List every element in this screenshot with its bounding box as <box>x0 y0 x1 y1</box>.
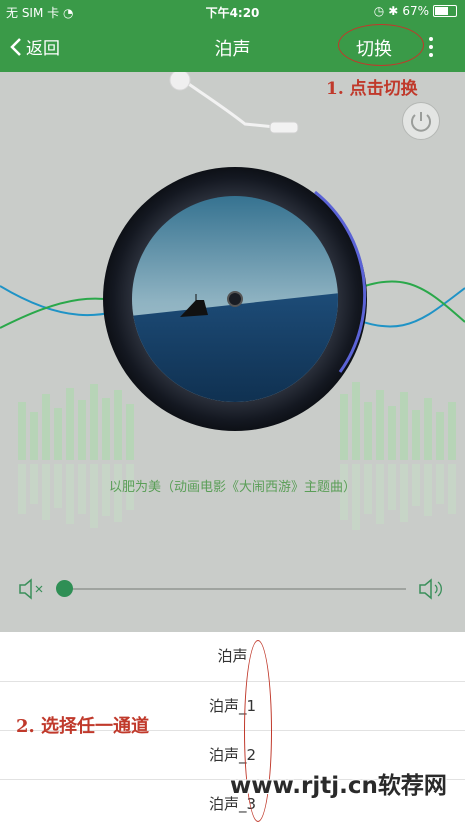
player-artwork <box>0 72 465 530</box>
back-label: 返回 <box>26 39 60 59</box>
volume-max-button[interactable] <box>418 577 448 605</box>
more-dot-icon <box>429 53 433 57</box>
status-bar: 无 SIM 卡 ◔ 下午4:20 ◷ ✱ 67% <box>0 0 465 22</box>
more-menu-button[interactable] <box>424 32 438 62</box>
site-watermark: www.rjtj.cn软荐网 <box>230 773 447 799</box>
disc-center <box>227 291 243 307</box>
song-title: 以肥为美（动画电影《大闹西游》主题曲） <box>108 480 356 495</box>
mute-button[interactable] <box>18 577 48 605</box>
switch-button[interactable]: 切换 <box>356 35 392 61</box>
bluetooth-icon: ✱ <box>388 4 399 18</box>
more-dot-icon <box>429 45 433 49</box>
power-button[interactable] <box>402 102 440 140</box>
channel-item[interactable]: 泊声 <box>0 632 465 681</box>
chevron-left-icon <box>10 37 21 56</box>
back-button[interactable]: 返回 <box>10 34 60 59</box>
battery-icon <box>433 5 457 17</box>
volume-slider-track[interactable] <box>64 588 406 590</box>
step1-annotation: 1. 点击切换 <box>326 79 418 99</box>
alarm-icon: ◷ <box>373 4 385 18</box>
player-area: 以肥为美（动画电影《大闹西游》主题曲） <box>0 72 465 632</box>
nav-bar: 泊声 返回 切换 <box>0 22 465 72</box>
volume-mute-icon <box>19 578 43 600</box>
tonearm-icon <box>179 76 286 130</box>
step2-annotation: 2. 选择任一通道 <box>16 716 150 737</box>
status-right: ◷ ✱ 67% <box>374 4 457 18</box>
power-icon <box>411 112 431 132</box>
volume-slider-thumb[interactable] <box>56 580 73 597</box>
battery-percent: 67% <box>402 4 429 18</box>
more-dot-icon <box>429 37 433 41</box>
volume-up-icon <box>419 578 442 600</box>
